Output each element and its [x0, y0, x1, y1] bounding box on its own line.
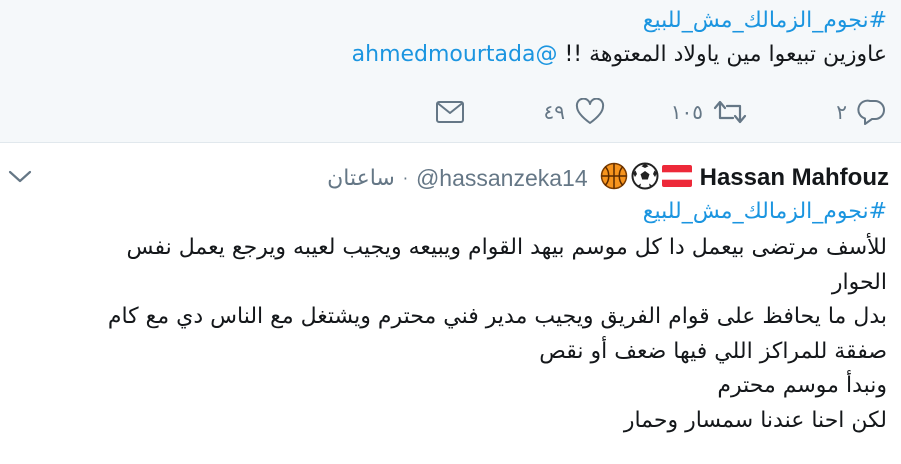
- page: #نجوم_الزمالك_مش_للبيع عاوزين تبيعوا مين…: [0, 0, 901, 464]
- tweet-2-line: للأسف مرتضى بيعمل دا كل موسم بيهد القوام…: [126, 235, 887, 260]
- heart-icon: [575, 98, 605, 126]
- reply-count: ٢: [836, 100, 847, 124]
- tweet-1-hashtag[interactable]: #نجوم_الزمالك_مش_للبيع: [643, 8, 887, 33]
- direct-message-button[interactable]: [435, 95, 465, 129]
- tweet-2-line: الحوار: [831, 269, 887, 295]
- retweet-icon: [713, 98, 747, 126]
- tweet-1-text-body: عاوزين تبيعوا مين ياولاد المعتوهة !!: [564, 42, 887, 67]
- austria-flag-icon: [661, 165, 692, 191]
- tweet-2[interactable]: Hassan Mahfouz @hassanzeka14 · ساعتان #ن…: [0, 143, 901, 464]
- author-name[interactable]: Hassan Mahfouz: [700, 164, 889, 192]
- tweet-2-line: صفقة للمراكز اللي فيها ضعف أو نقص: [539, 338, 887, 364]
- chevron-down-icon[interactable]: [8, 169, 32, 189]
- separator-dot: ·: [402, 168, 408, 188]
- tweet-2-body: للأسف مرتضى بيعمل دا كل موسم بيهد القوام…: [27, 231, 887, 438]
- tweet-1-text: عاوزين تبيعوا مين ياولاد المعتوهة !! @ah…: [352, 42, 887, 67]
- retweet-count: ١٠٥: [670, 100, 703, 124]
- tweet-2-line: ونبدأ موسم محترم: [717, 373, 887, 398]
- reply-button[interactable]: ٢: [836, 95, 887, 129]
- retweet-button[interactable]: ١٠٥: [671, 95, 747, 129]
- tweet-2-hashtag[interactable]: #نجوم_الزمالك_مش_للبيع: [643, 199, 887, 224]
- tweet-2-line: بدل ما يحافظ على قوام الفريق ويجيب مدير …: [107, 304, 887, 329]
- tweet-2-line: لكن احنا عندنا سمسار وحمار: [623, 407, 887, 433]
- reply-icon: [857, 98, 887, 126]
- tweet-1-mention-link[interactable]: @ahmedmourtada: [352, 42, 558, 67]
- tweet-2-header: Hassan Mahfouz @hassanzeka14 · ساعتان: [327, 162, 889, 194]
- tweet-1-actions: ٢ ١٠٥ ٤٩: [0, 95, 901, 129]
- like-count: ٤٩: [543, 100, 565, 124]
- tweet-timestamp[interactable]: ساعتان: [327, 166, 395, 191]
- author-emojis: [600, 162, 692, 194]
- tweet-1[interactable]: #نجوم_الزمالك_مش_للبيع عاوزين تبيعوا مين…: [0, 0, 901, 143]
- like-button[interactable]: ٤٩: [544, 95, 605, 129]
- envelope-icon: [435, 99, 465, 125]
- author-handle[interactable]: @hassanzeka14: [416, 165, 588, 192]
- soccer-ball-icon: [631, 162, 659, 194]
- basketball-icon: [600, 162, 628, 194]
